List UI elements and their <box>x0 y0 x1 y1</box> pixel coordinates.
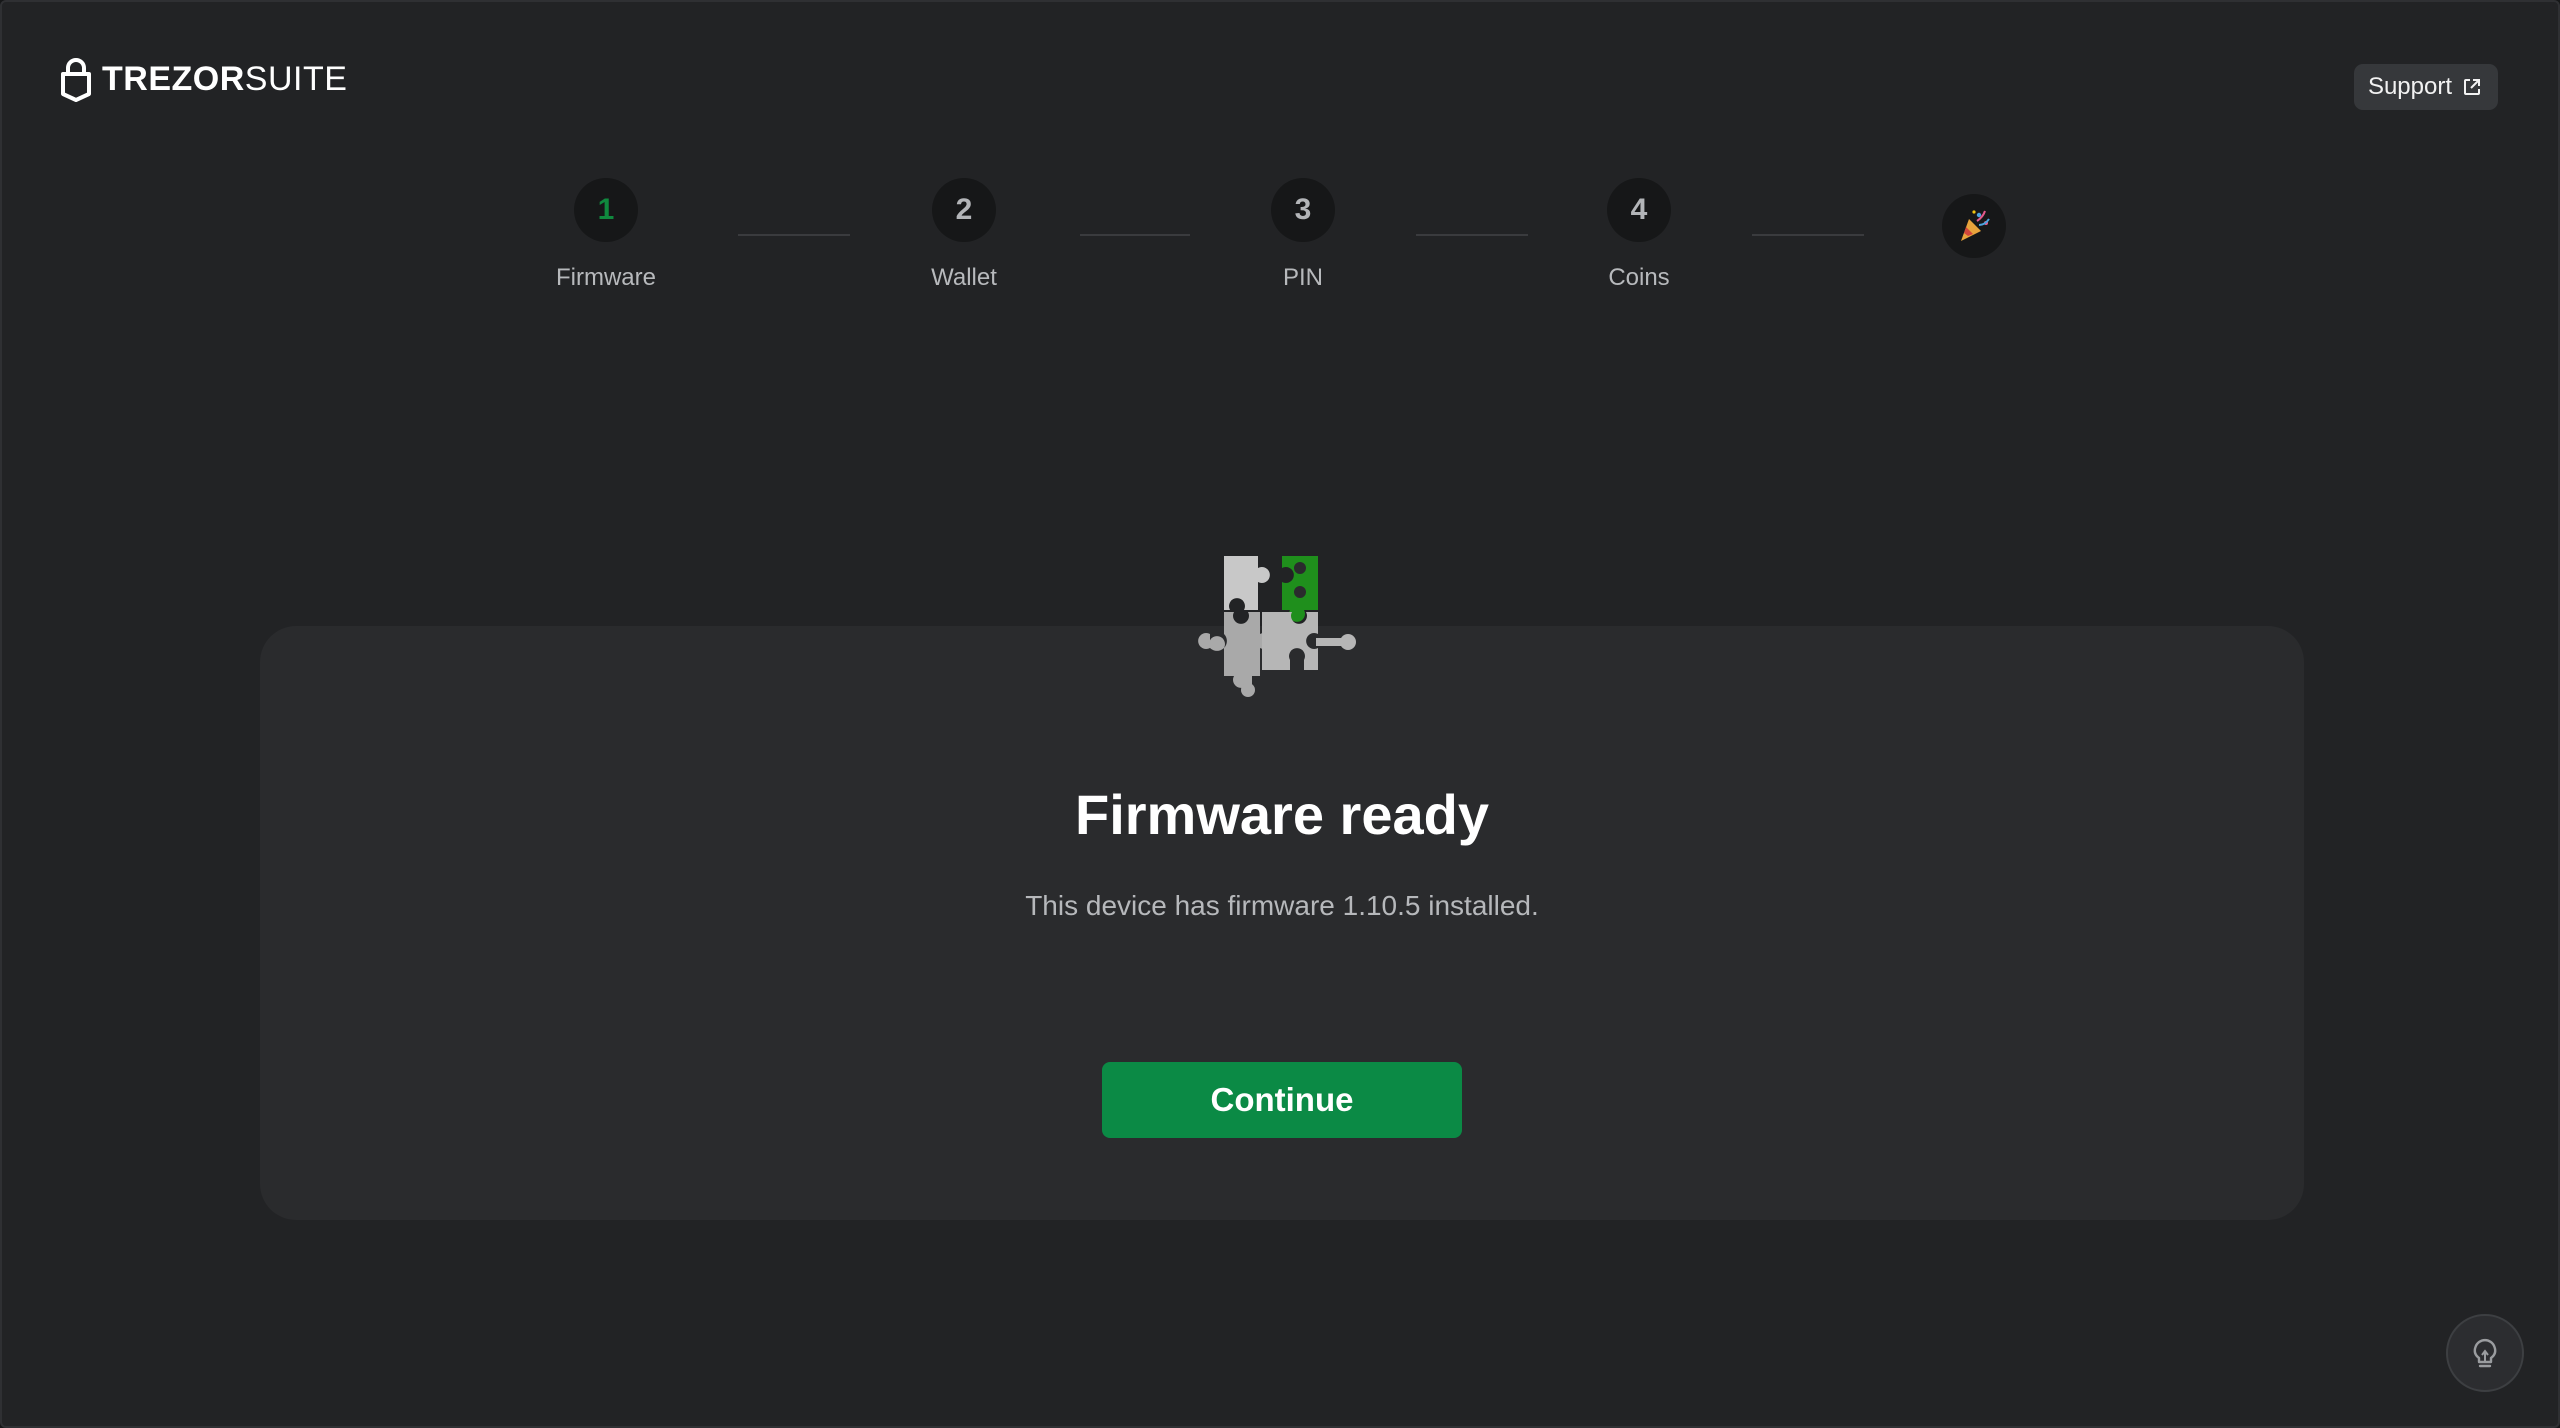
step-label: Firmware <box>556 264 656 291</box>
step-label: PIN <box>1282 264 1323 291</box>
firmware-version-text: This device has firmware 1.10.5 installe… <box>1025 890 1539 921</box>
page-title: Firmware ready <box>1075 783 1489 846</box>
step-pin[interactable]: 3 PIN <box>1203 178 1403 292</box>
party-popper-icon <box>1961 210 1990 241</box>
lightbulb-icon <box>2473 1338 2497 1368</box>
step-connector <box>1752 234 1864 236</box>
step-wallet[interactable]: 2 Wallet <box>864 178 1064 292</box>
step-number: 2 <box>932 178 996 242</box>
tips-button[interactable] <box>2446 1314 2524 1392</box>
step-number: 1 <box>574 178 638 242</box>
step-coins[interactable]: 4 Coins <box>1539 178 1739 292</box>
app-window: TREZORSUITE Support 1 Firmware 2 Wallet … <box>0 0 2560 1428</box>
step-firmware[interactable]: 1 Firmware <box>506 178 706 292</box>
continue-button[interactable]: Continue <box>1102 1062 1462 1138</box>
step-number: 4 <box>1607 178 1671 242</box>
step-label: Coins <box>1608 264 1670 291</box>
step-connector <box>1416 234 1528 236</box>
step-label: Wallet <box>931 264 997 291</box>
onboarding-stepper: 1 Firmware 2 Wallet 3 PIN 4 Coins <box>2 2 2558 322</box>
step-connector <box>738 234 850 236</box>
step-final <box>1942 194 2006 258</box>
step-number: 3 <box>1271 178 1335 242</box>
step-connector <box>1080 234 1190 236</box>
puzzle-icon <box>1198 556 1356 697</box>
